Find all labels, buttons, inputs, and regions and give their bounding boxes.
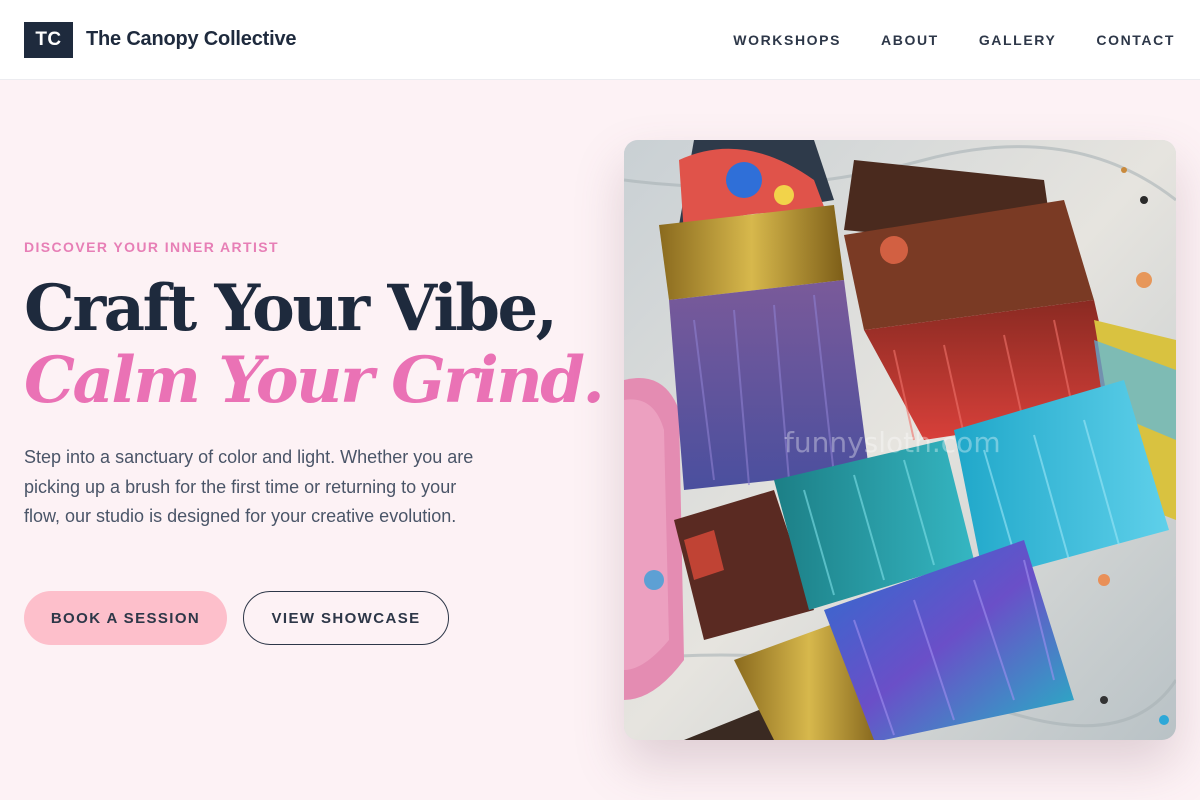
hero-eyebrow: DISCOVER YOUR INNER ARTIST bbox=[24, 239, 279, 255]
brand[interactable]: TC The Canopy Collective bbox=[24, 21, 296, 58]
paint-brushes-illustration: funnysloth.com bbox=[624, 140, 1176, 740]
headline-line-2: Calm Your Grind. bbox=[24, 343, 605, 418]
main-nav: WORKSHOPS ABOUT GALLERY CONTACT bbox=[733, 32, 1175, 48]
nav-link-contact[interactable]: CONTACT bbox=[1096, 32, 1175, 48]
book-session-button[interactable]: BOOK A SESSION bbox=[24, 591, 227, 645]
headline-line-1: Craft Your Vibe, bbox=[24, 271, 558, 346]
view-showcase-button[interactable]: VIEW SHOWCASE bbox=[243, 591, 449, 645]
site-header: TC The Canopy Collective WORKSHOPS ABOUT… bbox=[0, 0, 1200, 80]
nav-link-about[interactable]: ABOUT bbox=[881, 32, 939, 48]
hero-headline: Craft Your Vibe, Calm Your Grind. bbox=[24, 271, 605, 418]
image-watermark: funnysloth.com bbox=[784, 426, 1001, 459]
nav-link-workshops[interactable]: WORKSHOPS bbox=[733, 32, 841, 48]
hero-image: funnysloth.com bbox=[624, 140, 1176, 740]
brand-name[interactable]: The Canopy Collective bbox=[86, 28, 296, 51]
logo-mark[interactable]: TC bbox=[24, 21, 73, 58]
hero-body: Step into a sanctuary of color and light… bbox=[24, 447, 474, 526]
nav-link-gallery[interactable]: GALLERY bbox=[979, 32, 1057, 48]
